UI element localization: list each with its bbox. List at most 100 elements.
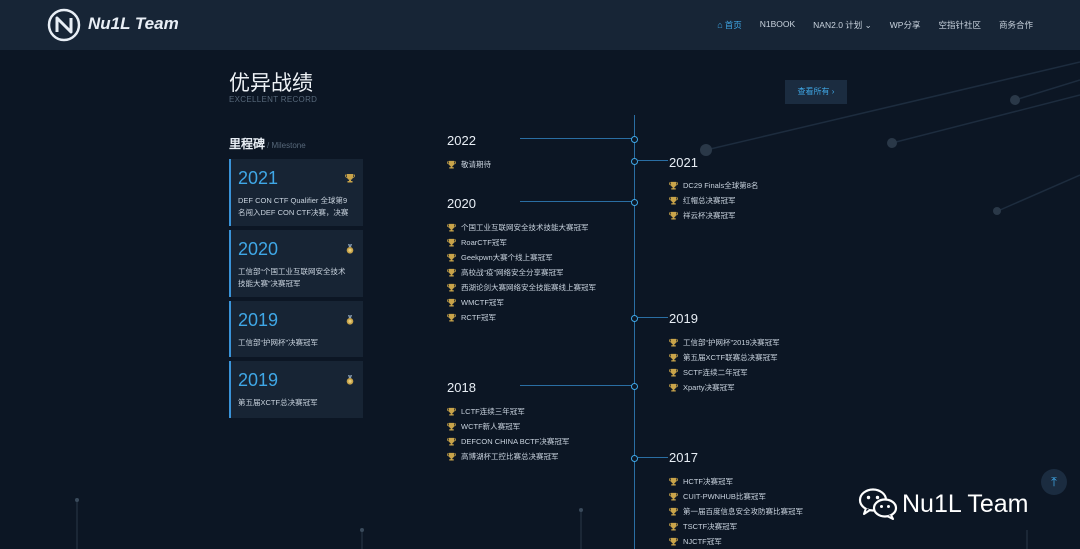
nav-home[interactable]: ⌂ 首页 — [717, 19, 741, 31]
timeline-item: 祥云杯决赛冠军 — [669, 208, 758, 223]
watermark-text: Nu1L Team — [902, 489, 1029, 518]
timeline-item-label: WMCTF冠军 — [461, 298, 504, 307]
timeline-item: TSCTF决赛冠军 — [669, 519, 803, 534]
timeline-item-label: Xparty决赛冠军 — [683, 383, 735, 392]
timeline-item: Geekpwn大赛个线上赛冠军 — [447, 250, 596, 265]
trophy-icon — [447, 223, 456, 232]
medal-icon — [346, 315, 354, 325]
trophy-icon — [447, 313, 456, 322]
timeline-connector — [638, 317, 668, 318]
timeline-item: Xparty决赛冠军 — [669, 380, 780, 395]
timeline-item: 红帽总决赛冠军 — [669, 193, 758, 208]
timeline-item: 第五届XCTF联赛总决赛冠军 — [669, 350, 780, 365]
timeline-item: DC29 Finals全球第8名 — [669, 178, 758, 193]
nav-n1book[interactable]: N1BOOK — [760, 19, 795, 31]
trophy-icon — [345, 174, 355, 183]
timeline-item-label: DEFCON CHINA BCTF决赛冠军 — [461, 437, 570, 446]
timeline-item: 敬请期待 — [447, 157, 491, 172]
trophy-icon — [669, 507, 678, 516]
trophy-icon — [669, 181, 678, 190]
timeline-item: DEFCON CHINA BCTF决赛冠军 — [447, 434, 569, 449]
timeline-connector — [520, 138, 632, 139]
trophy-icon — [447, 298, 456, 307]
timeline-year: 2017 — [669, 450, 698, 465]
trophy-icon — [669, 383, 678, 392]
timeline-item-label: DC29 Finals全球第8名 — [683, 181, 759, 190]
timeline-list-right-2: HCTF决赛冠军 CUIT-PWNHUB比赛冠军第一届百度信息安全攻防赛比赛冠军 T… — [669, 474, 803, 549]
timeline-item: 高校战“疫”网络安全分享赛冠军 — [447, 265, 596, 280]
timeline-year: 2020 — [447, 196, 476, 211]
timeline-node — [631, 455, 638, 462]
timeline-item-label: 西湖论剑大赛网络安全技能赛线上赛冠军 — [461, 283, 596, 292]
trophy-icon — [669, 522, 678, 531]
trophy-icon — [447, 407, 456, 416]
timeline-item: NJCTF冠军 — [669, 534, 803, 549]
timeline-item: 西湖论剑大赛网络安全技能赛线上赛冠军 — [447, 280, 596, 295]
timeline-item-label: 工信部“护网杯”2019决赛冠军 — [683, 338, 780, 347]
milestone-year: 2019 — [238, 310, 279, 330]
trophy-icon — [669, 211, 678, 220]
trophy-icon — [447, 283, 456, 292]
timeline-connector — [520, 385, 632, 386]
section-subtitle: EXCELLENT RECORD — [229, 95, 318, 104]
timeline-connector — [638, 160, 668, 161]
timeline-node — [631, 136, 638, 143]
view-all-button[interactable]: 查看所有 › — [785, 80, 847, 104]
timeline-item-label: TSCTF决赛冠军 — [683, 522, 738, 531]
wechat-watermark: Nu1L Team — [858, 487, 1028, 521]
trophy-icon — [669, 537, 678, 546]
nav-home-label: 首页 — [724, 20, 742, 30]
nav-nan2-plan[interactable]: NAN2.0 计划 ⌄ — [813, 19, 872, 31]
medal-icon — [346, 375, 354, 385]
medal-icon — [346, 244, 354, 254]
milestone-card[interactable]: 2021 DEF CON CTF Qualifier 全球第9名闯入DEF CO… — [229, 159, 363, 226]
timeline-item-label: 高博湖杯工控比赛总决赛冠军 — [461, 452, 559, 461]
timeline-item-label: RoarCTF冠军 — [461, 238, 507, 247]
timeline-item-label: HCTF决赛冠军 — [683, 477, 733, 486]
timeline-year: 2019 — [669, 311, 698, 326]
timeline-item: HCTF决赛冠军 — [669, 474, 803, 489]
timeline-item: 高博湖杯工控比赛总决赛冠军 — [447, 449, 569, 464]
nav-wp-share[interactable]: WP分享 — [890, 19, 921, 31]
timeline-year: 2018 — [447, 380, 476, 395]
timeline-year: 2022 — [447, 133, 476, 148]
trophy-icon — [669, 338, 678, 347]
scroll-top-button[interactable]: ⤒ — [1041, 469, 1067, 495]
nu1l-logo-icon[interactable] — [47, 8, 81, 42]
trophy-icon — [447, 160, 456, 169]
timeline-list-right-1: 工信部“护网杯”2019决赛冠军 第五届XCTF联赛总决赛冠军 SCTF连续二年冠军… — [669, 335, 780, 395]
timeline-item: SCTF连续二年冠军 — [669, 365, 780, 380]
timeline-item-label: LCTF连续三年冠军 — [461, 407, 525, 416]
trophy-icon — [669, 353, 678, 362]
timeline-item: CUIT-PWNHUB比赛冠军 — [669, 489, 803, 504]
timeline-item-label: NJCTF冠军 — [683, 537, 722, 546]
main-nav: ⌂ 首页 N1BOOK NAN2.0 计划 ⌄ WP分享 空指针社区 商务合作 — [699, 19, 1033, 31]
timeline-list-left-1: 个国工业互联网安全技术技能大赛冠军 RoarCTF冠军 Geekpwn大赛个线上赛冠… — [447, 220, 596, 325]
timeline-list-left-0: 敬请期待 — [447, 157, 491, 172]
trophy-icon — [669, 492, 678, 501]
milestone-card[interactable]: 2019 第五届XCTF总决赛冠军 — [229, 361, 363, 418]
trophy-icon — [447, 268, 456, 277]
home-icon: ⌂ — [717, 20, 723, 30]
trophy-icon — [669, 368, 678, 377]
top-navbar: Nu1L Team ⌂ 首页 N1BOOK NAN2.0 计划 ⌄ WP分享 空指… — [0, 0, 1080, 50]
timeline-item-label: 第五届XCTF联赛总决赛冠军 — [683, 353, 778, 362]
timeline-list-left-2: LCTF连续三年冠军 WCTF新人赛冠军 DEFCON CHINA BCTF决赛冠军… — [447, 404, 569, 464]
timeline-item: 工信部“护网杯”2019决赛冠军 — [669, 335, 780, 350]
nav-null-community[interactable]: 空指针社区 — [938, 19, 981, 31]
milestone-year: 2021 — [238, 168, 279, 188]
trophy-icon — [447, 422, 456, 431]
nav-business[interactable]: 商务合作 — [999, 19, 1033, 31]
timeline-item: RCTF冠军 — [447, 310, 596, 325]
milestone-card[interactable]: 2019 工信部“护网杯”决赛冠军 — [229, 301, 363, 357]
timeline-item: LCTF连续三年冠军 — [447, 404, 569, 419]
milestone-desc: DEF CON CTF Qualifier 全球第9名闯入DEF CON CTF… — [238, 196, 349, 217]
timeline-node — [631, 315, 638, 322]
timeline-item-label: 第一届百度信息安全攻防赛比赛冠军 — [683, 507, 803, 516]
timeline-item-label: CUIT-PWNHUB比赛冠军 — [683, 492, 766, 501]
brand-name[interactable]: Nu1L Team — [88, 14, 179, 34]
trophy-icon — [669, 196, 678, 205]
timeline-node — [631, 383, 638, 390]
timeline-item: 第一届百度信息安全攻防赛比赛冠军 — [669, 504, 803, 519]
milestone-card[interactable]: 2020 工信部“个国工业互联网安全技术技能大赛”决赛冠军 — [229, 230, 363, 297]
